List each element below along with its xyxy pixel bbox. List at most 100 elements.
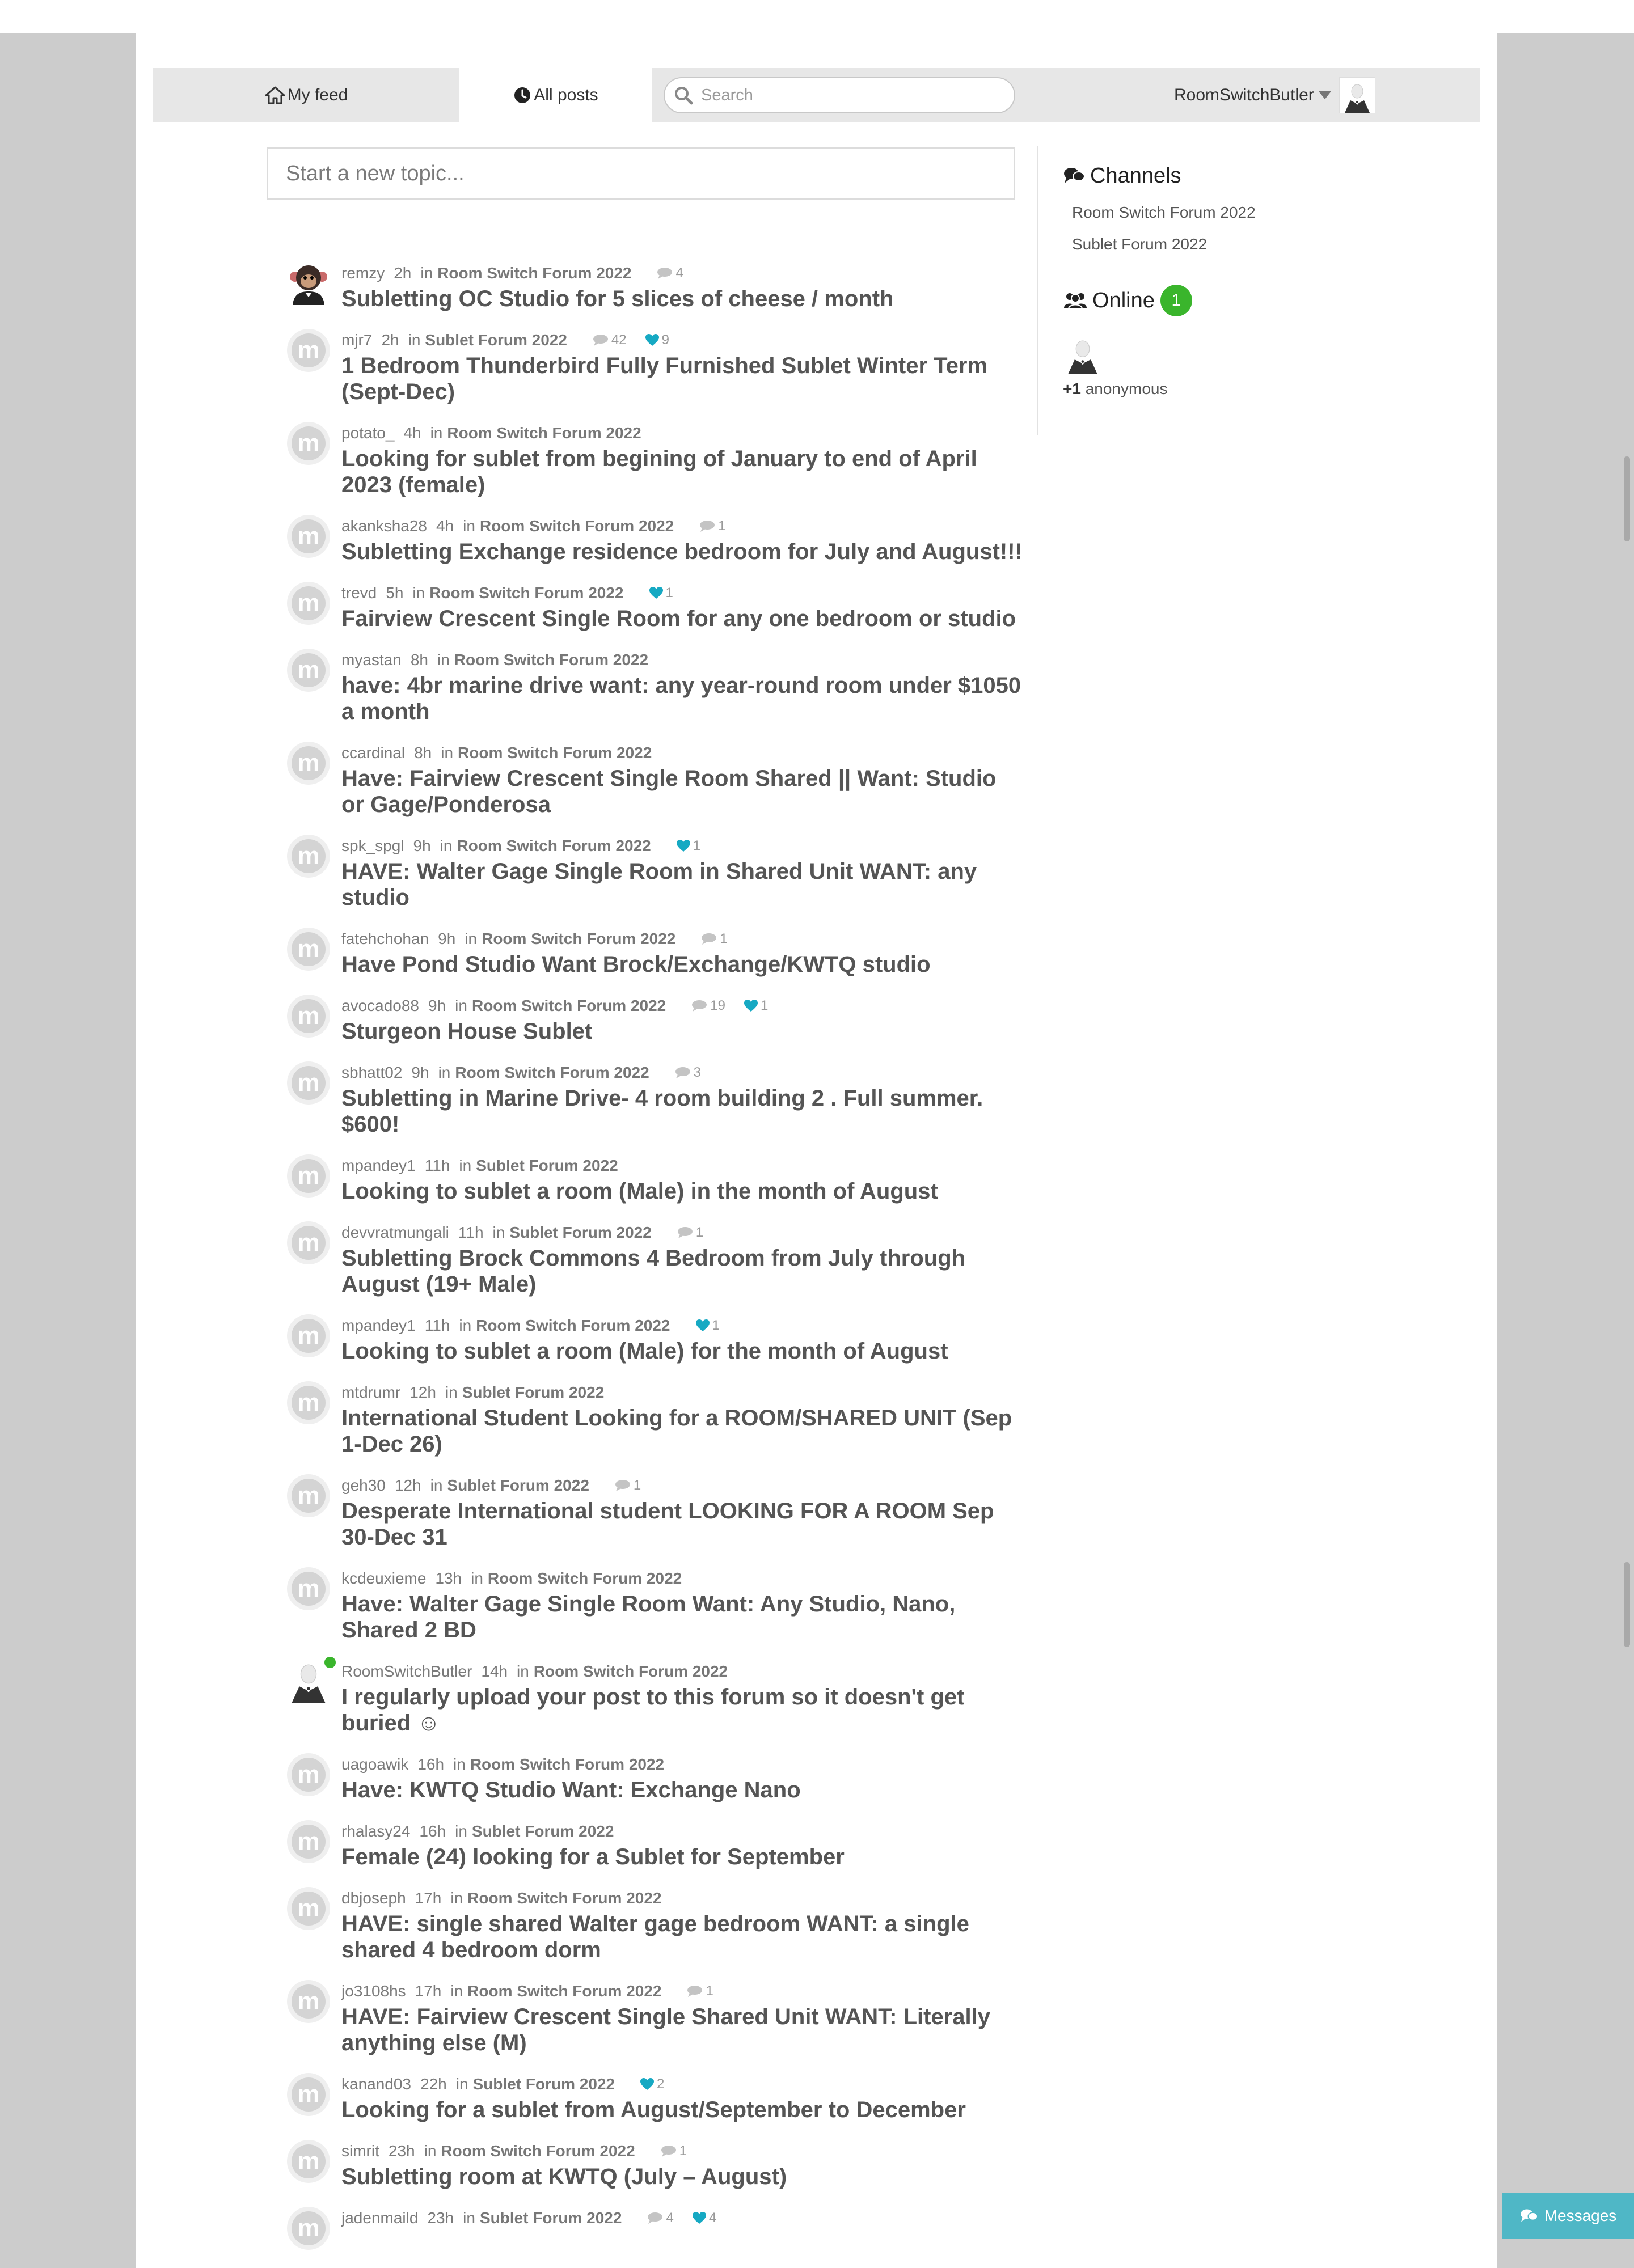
topic-channel[interactable]: Sublet Forum 2022 xyxy=(480,2207,622,2229)
channel-link-sublet[interactable]: Sublet Forum 2022 xyxy=(1072,232,1460,256)
topic-title[interactable]: Have: Walter Gage Single Room Want: Any … xyxy=(341,1591,1024,1643)
new-topic-input[interactable] xyxy=(267,147,1015,200)
avatar[interactable]: m xyxy=(287,928,330,971)
avatar[interactable]: m xyxy=(287,2207,330,2250)
topic-row[interactable]: m trevd 5h in Room Switch Forum 2022 1 Fairvie… xyxy=(287,582,1024,632)
avatar[interactable]: m xyxy=(287,515,330,558)
topic-row[interactable]: m myastan 8h in Room Switch Forum 2022 have: … xyxy=(287,649,1024,725)
topic-row[interactable]: m sbhatt02 9h in Room Switch Forum 2022 3 Subl… xyxy=(287,1061,1024,1137)
topic-channel[interactable]: Room Switch Forum 2022 xyxy=(458,742,652,764)
topic-author[interactable]: potato_ xyxy=(341,422,394,445)
topic-author[interactable]: ccardinal xyxy=(341,742,405,764)
topic-author[interactable]: avocado88 xyxy=(341,995,419,1017)
topic-author[interactable]: mpandey1 xyxy=(341,1314,416,1337)
topic-title[interactable]: Have: KWTQ Studio Want: Exchange Nano xyxy=(341,1777,1024,1803)
topic-title[interactable]: Have: Fairview Crescent Single Room Shar… xyxy=(341,765,1024,818)
topic-row[interactable]: RoomSwitchButler 14h in Room Switch Forum 2… xyxy=(287,1657,1024,1736)
topic-channel[interactable]: Room Switch Forum 2022 xyxy=(441,2140,635,2163)
topic-channel[interactable]: Sublet Forum 2022 xyxy=(462,1381,605,1404)
topic-title[interactable]: Subletting room at KWTQ (July – August) xyxy=(341,2164,1024,2190)
topic-author[interactable]: dbjoseph xyxy=(341,1887,406,1910)
topic-row[interactable]: m simrit 23h in Room Switch Forum 2022 1 Suble… xyxy=(287,2140,1024,2190)
topic-title[interactable]: Subletting in Marine Drive- 4 room build… xyxy=(341,1085,1024,1137)
topic-title[interactable]: Subletting OC Studio for 5 slices of che… xyxy=(341,286,1024,312)
avatar[interactable]: m xyxy=(287,1314,330,1357)
topic-row[interactable]: m fatehchohan 9h in Room Switch Forum 2022 1 H… xyxy=(287,928,1024,978)
topic-title[interactable]: HAVE: Walter Gage Single Room in Shared … xyxy=(341,858,1024,911)
avatar[interactable] xyxy=(287,1657,336,1703)
avatar[interactable]: m xyxy=(287,995,330,1038)
scrollbar-thumb-inner[interactable] xyxy=(1624,1562,1630,1647)
topic-row[interactable]: m ccardinal 8h in Room Switch Forum 2022 Have… xyxy=(287,742,1024,818)
scrollbar-thumb[interactable] xyxy=(1624,456,1630,541)
topic-title[interactable]: Fairview Crescent Single Room for any on… xyxy=(341,606,1024,632)
online-user-avatar[interactable] xyxy=(1063,335,1103,374)
avatar[interactable]: m xyxy=(287,329,330,372)
topic-row[interactable]: m mtdrumr 12h in Sublet Forum 2022 Internatio… xyxy=(287,1381,1024,1457)
topic-row[interactable]: m mpandey1 11h in Sublet Forum 2022 Looking t… xyxy=(287,1154,1024,1204)
topic-channel[interactable]: Room Switch Forum 2022 xyxy=(457,835,651,857)
topic-author[interactable]: devvratmungali xyxy=(341,1221,449,1244)
topic-row[interactable]: m jadenmaild 23h in Sublet Forum 2022 4 4 xyxy=(287,2207,1024,2250)
topic-author[interactable]: spk_spgl xyxy=(341,835,404,857)
topic-author[interactable]: geh30 xyxy=(341,1474,386,1497)
topic-author[interactable]: kcdeuxieme xyxy=(341,1567,426,1590)
topic-row[interactable]: m kanand03 22h in Sublet Forum 2022 2 Looking … xyxy=(287,2073,1024,2123)
topic-title[interactable]: International Student Looking for a ROOM… xyxy=(341,1405,1024,1457)
topic-title[interactable]: Have Pond Studio Want Brock/Exchange/KWT… xyxy=(341,951,1024,978)
topic-row[interactable]: m geh30 12h in Sublet Forum 2022 1 Desperate I… xyxy=(287,1474,1024,1550)
topic-title[interactable]: Looking to sublet a room (Male) for the … xyxy=(341,1338,1024,1364)
topic-row[interactable]: m spk_spgl 9h in Room Switch Forum 2022 1 HAVE… xyxy=(287,835,1024,911)
topic-channel[interactable]: Room Switch Forum 2022 xyxy=(447,422,641,445)
topic-title[interactable]: Sturgeon House Sublet xyxy=(341,1018,1024,1044)
avatar[interactable]: m xyxy=(287,742,330,785)
avatar[interactable]: m xyxy=(287,1887,330,1930)
avatar[interactable] xyxy=(287,262,330,305)
topic-title[interactable]: Looking for sublet from begining of Janu… xyxy=(341,446,1024,498)
avatar[interactable]: m xyxy=(287,1820,330,1863)
topic-row[interactable]: m dbjoseph 17h in Room Switch Forum 2022 HAVE… xyxy=(287,1887,1024,1963)
topic-row[interactable]: m devvratmungali 11h in Sublet Forum 2022 1 Su… xyxy=(287,1221,1024,1297)
topic-author[interactable]: uagoawik xyxy=(341,1753,408,1776)
topic-author[interactable]: rhalasy24 xyxy=(341,1820,410,1843)
avatar[interactable]: m xyxy=(287,1753,330,1796)
topic-author[interactable]: mpandey1 xyxy=(341,1154,416,1177)
avatar[interactable]: m xyxy=(287,1980,330,2023)
topic-title[interactable]: Looking to sublet a room (Male) in the m… xyxy=(341,1178,1024,1204)
topic-row[interactable]: m akanksha28 4h in Room Switch Forum 2022 1 Su… xyxy=(287,515,1024,565)
messages-button[interactable]: Messages xyxy=(1502,2193,1634,2239)
topic-title[interactable]: Subletting Exchange residence bedroom fo… xyxy=(341,539,1024,565)
tab-all-posts[interactable]: All posts xyxy=(459,68,652,122)
topic-author[interactable]: jadenmaild xyxy=(341,2207,418,2229)
topic-author[interactable]: mjr7 xyxy=(341,329,372,352)
user-menu[interactable]: RoomSwitchButler xyxy=(1174,68,1375,122)
topic-channel[interactable]: Room Switch Forum 2022 xyxy=(480,515,674,538)
topic-title[interactable]: 1 Bedroom Thunderbird Fully Furnished Su… xyxy=(341,353,1024,405)
topic-title[interactable]: HAVE: Fairview Crescent Single Shared Un… xyxy=(341,2004,1024,2056)
topic-channel[interactable]: Room Switch Forum 2022 xyxy=(467,1887,661,1910)
avatar[interactable]: m xyxy=(287,649,330,692)
avatar[interactable]: m xyxy=(287,2073,330,2116)
topic-row[interactable]: m potato_ 4h in Room Switch Forum 2022 Lookin… xyxy=(287,422,1024,498)
topic-channel[interactable]: Sublet Forum 2022 xyxy=(509,1221,652,1244)
topic-channel[interactable]: Room Switch Forum 2022 xyxy=(454,649,648,671)
topic-row[interactable]: m avocado88 9h in Room Switch Forum 2022 19 1 S… xyxy=(287,995,1024,1044)
topic-author[interactable]: jo3108hs xyxy=(341,1980,406,2003)
topic-channel[interactable]: Room Switch Forum 2022 xyxy=(455,1061,649,1084)
avatar[interactable]: m xyxy=(287,1061,330,1105)
topic-title[interactable]: HAVE: single shared Walter gage bedroom … xyxy=(341,1911,1024,1963)
topic-title[interactable]: I regularly upload your post to this for… xyxy=(341,1684,1024,1736)
topic-channel[interactable]: Sublet Forum 2022 xyxy=(425,329,567,352)
topic-channel[interactable]: Room Switch Forum 2022 xyxy=(482,928,675,950)
topic-channel[interactable]: Room Switch Forum 2022 xyxy=(472,995,666,1017)
topic-title[interactable]: have: 4br marine drive want: any year-ro… xyxy=(341,672,1024,725)
topic-row[interactable]: m rhalasy24 16h in Sublet Forum 2022 Female (… xyxy=(287,1820,1024,1870)
topic-channel[interactable]: Room Switch Forum 2022 xyxy=(429,582,623,604)
search-field[interactable] xyxy=(664,77,1015,113)
topic-author[interactable]: trevd xyxy=(341,582,377,604)
avatar[interactable]: m xyxy=(287,1567,330,1610)
avatar[interactable]: m xyxy=(287,1221,330,1264)
avatar[interactable]: m xyxy=(287,835,330,878)
topic-title[interactable]: Subletting Brock Commons 4 Bedroom from … xyxy=(341,1245,1024,1297)
search-input[interactable] xyxy=(700,85,986,105)
